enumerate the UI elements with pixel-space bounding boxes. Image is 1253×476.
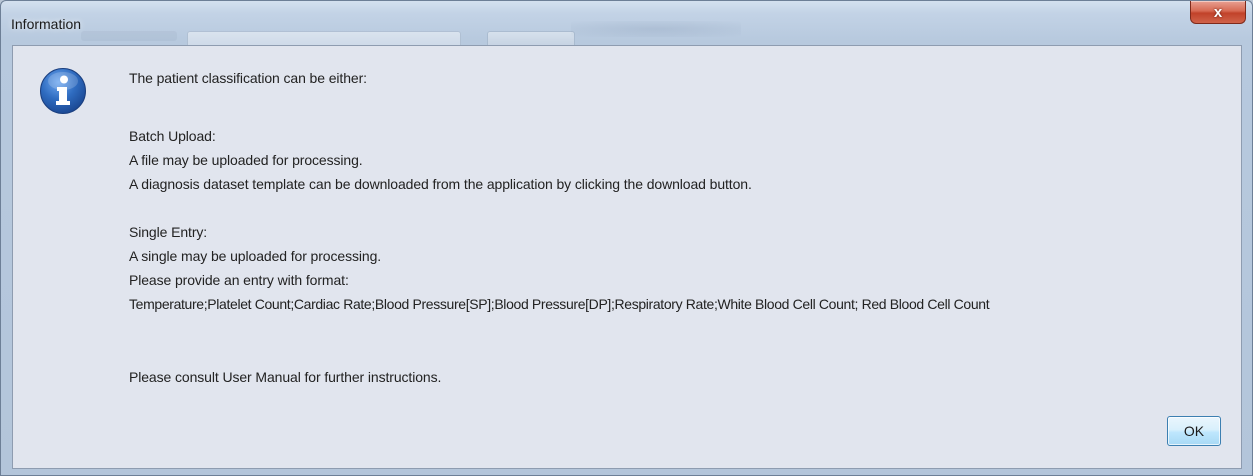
dialog-content: The patient classification can be either… bbox=[12, 45, 1242, 469]
close-button[interactable]: x bbox=[1190, 1, 1246, 24]
single-entry-heading: Single Entry: bbox=[129, 224, 208, 240]
batch-upload-heading: Batch Upload: bbox=[129, 128, 216, 144]
title-bar[interactable]: Information x bbox=[1, 1, 1252, 49]
background-window-title bbox=[571, 21, 741, 37]
close-icon: x bbox=[1213, 3, 1223, 21]
information-dialog: Information x The patient classification… bbox=[0, 0, 1253, 476]
window-title: Information bbox=[11, 16, 82, 32]
message-footer: Please consult User Manual for further i… bbox=[129, 369, 442, 385]
message-intro: The patient classification can be either… bbox=[129, 70, 367, 86]
ok-button[interactable]: OK bbox=[1167, 416, 1221, 446]
information-icon bbox=[40, 68, 86, 114]
single-entry-line-2: Please provide an entry with format: bbox=[129, 272, 349, 288]
single-entry-format: Temperature;Platelet Count;Cardiac Rate;… bbox=[129, 296, 990, 312]
single-entry-line-1: A single may be uploaded for processing. bbox=[129, 248, 382, 264]
batch-upload-line-2: A diagnosis dataset template can be down… bbox=[129, 176, 752, 192]
background-window-label bbox=[81, 31, 177, 41]
batch-upload-line-1: A file may be uploaded for processing. bbox=[129, 152, 363, 168]
